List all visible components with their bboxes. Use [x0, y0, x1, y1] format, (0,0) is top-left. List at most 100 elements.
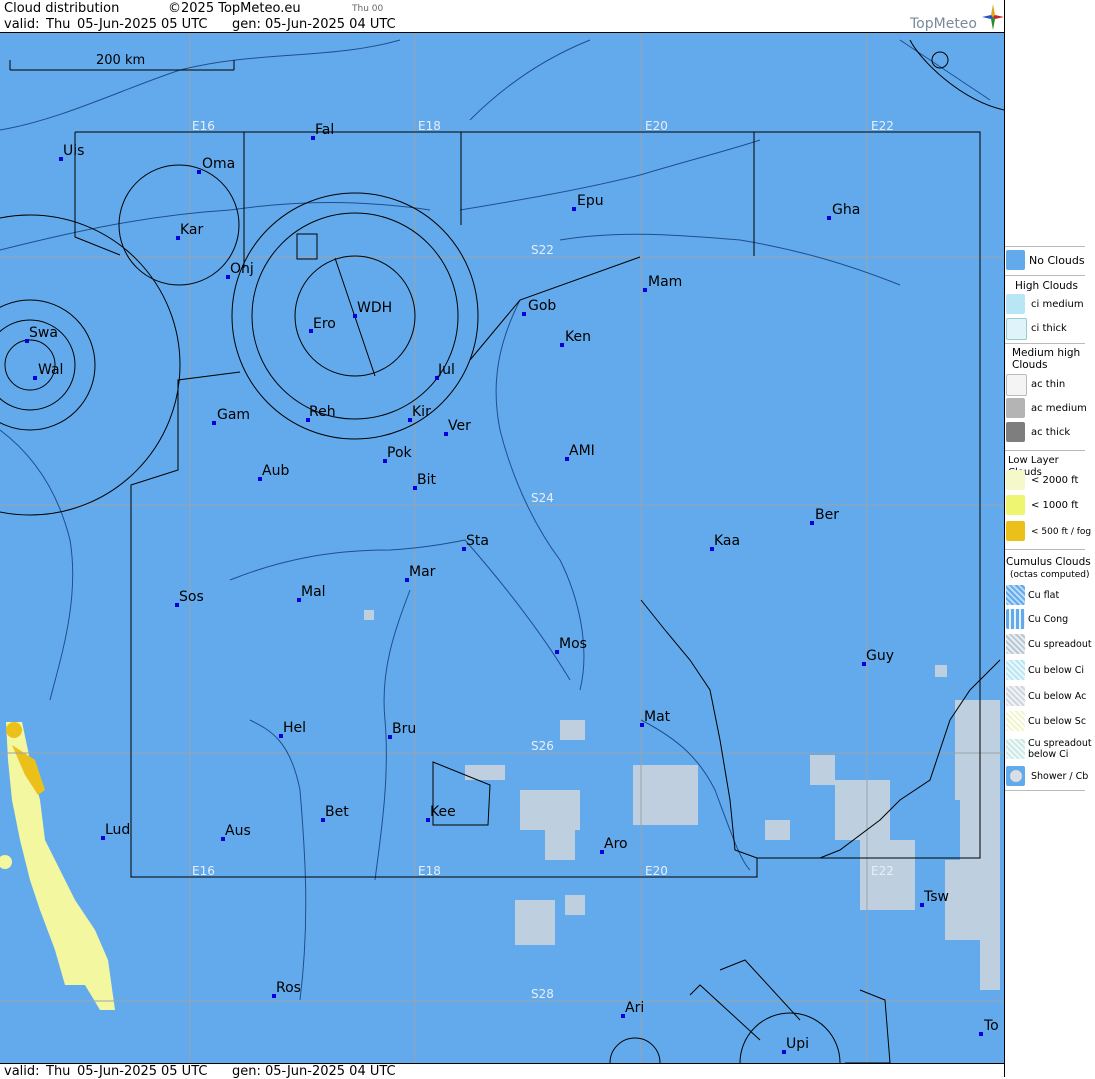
station-uis[interactable]: Uis [59, 143, 84, 161]
run-hint: Thu 00 [352, 4, 384, 14]
grid-label: E16 [192, 864, 215, 878]
station-ver[interactable]: Ver [444, 418, 471, 436]
station-gob[interactable]: Gob [522, 298, 556, 316]
legend-cu-below-sc[interactable]: Cu below Sc [1005, 711, 1095, 733]
logo-text: TopMeteo [910, 16, 977, 32]
legend-ci-thick[interactable]: ci thick [1005, 318, 1095, 340]
low-2000-swatch [1006, 470, 1025, 490]
grid-label: S28 [531, 987, 554, 1001]
station-label: Swa [29, 325, 58, 341]
station-label: Kar [180, 222, 204, 238]
legend-cumulus-sub: (octas computed) [1010, 570, 1090, 580]
legend-cu-spread-below-ci[interactable]: Cu spreadout below Ci [1005, 737, 1095, 763]
gen-value: 05-Jun-2025 04 UTC [265, 17, 396, 32]
station-kaa[interactable]: Kaa [710, 533, 740, 551]
station-label: Uis [63, 143, 84, 159]
legend-ci-medium[interactable]: ci medium [1005, 294, 1095, 316]
legend-label: Cu Cong [1028, 614, 1069, 625]
grid-label: S22 [531, 243, 554, 257]
station-mos[interactable]: Mos [555, 636, 587, 654]
legend-cu-below-ac[interactable]: Cu below Ac [1005, 686, 1095, 708]
station-label: Sta [466, 533, 489, 549]
station-aro[interactable]: Aro [600, 836, 628, 854]
station-marker [212, 421, 216, 425]
legend-label: < 2000 ft [1031, 475, 1079, 486]
station-upi[interactable]: Upi [782, 1036, 809, 1054]
station-label: Mos [559, 636, 587, 652]
station-tsw[interactable]: Tsw [920, 889, 949, 907]
station-label: Gha [832, 202, 860, 218]
station-epu[interactable]: Epu [572, 193, 604, 211]
station-label: Epu [577, 193, 604, 209]
station-guy[interactable]: Guy [862, 648, 894, 666]
legend-cu-below-ci[interactable]: Cu below Ci [1005, 660, 1095, 682]
station-mam[interactable]: Mam [643, 274, 682, 292]
legend-low-500[interactable]: < 500 ft / fog [1005, 521, 1095, 543]
cloud-map[interactable]: 200 km E16 E18 E20 E22 S22 S24 S26 S28 E… [0, 33, 1004, 1063]
station-wdh[interactable]: WDH [353, 300, 392, 318]
station-kee[interactable]: Kee [426, 804, 456, 822]
station-ber[interactable]: Ber [810, 507, 839, 525]
station-lud[interactable]: Lud [101, 822, 130, 840]
legend-shower[interactable]: Shower / Cb [1005, 766, 1095, 788]
station-label: Fal [315, 122, 334, 138]
grid-label: E22 [871, 864, 894, 878]
cu-below-sc-swatch [1006, 711, 1025, 731]
station-ami[interactable]: AMI [565, 443, 595, 461]
station-oma[interactable]: Oma [197, 156, 235, 174]
station-hel[interactable]: Hel [279, 720, 306, 738]
station-sta[interactable]: Sta [462, 533, 489, 551]
station-label: Gam [217, 407, 250, 423]
station-kar[interactable]: Kar [176, 222, 204, 240]
topmeteo-logo[interactable]: TopMeteo [908, 4, 1004, 32]
station-bru[interactable]: Bru [388, 721, 416, 739]
legend-ac-medium[interactable]: ac medium [1005, 398, 1095, 420]
station-label: Mar [409, 564, 436, 580]
legend-label: Cu below Ci [1028, 665, 1085, 676]
legend-label: Cu flat [1028, 590, 1060, 601]
station-mat[interactable]: Mat [640, 709, 671, 727]
station-fal[interactable]: Fal [311, 122, 334, 140]
station-wal[interactable]: Wal [33, 362, 63, 380]
legend-cu-cong[interactable]: Cu Cong [1005, 609, 1095, 631]
legend-ac-thick[interactable]: ac thick [1005, 422, 1095, 444]
station-ari[interactable]: Ari [621, 1000, 644, 1018]
station-label: Mal [301, 584, 326, 600]
legend-ac-thin[interactable]: ac thin [1005, 374, 1095, 396]
legend-low-2000[interactable]: < 2000 ft [1005, 470, 1095, 492]
map-background [0, 33, 1004, 1063]
station-mal[interactable]: Mal [297, 584, 326, 602]
station-jul[interactable]: Jul [435, 362, 455, 380]
station-kir[interactable]: Kir [408, 404, 431, 422]
cu-spreadout-swatch [1006, 634, 1025, 654]
station-ero[interactable]: Ero [309, 316, 336, 333]
station-marker [572, 207, 576, 211]
station-reh[interactable]: Reh [306, 404, 336, 422]
station-aus[interactable]: Aus [221, 823, 251, 841]
station-gam[interactable]: Gam [212, 407, 250, 425]
station-ros[interactable]: Ros [272, 980, 301, 998]
station-label: Ver [448, 418, 471, 434]
station-label: Onj [230, 261, 254, 277]
grid-label: S24 [531, 491, 554, 505]
station-aub[interactable]: Aub [258, 463, 289, 481]
station-ken[interactable]: Ken [560, 329, 591, 347]
station-sos[interactable]: Sos [175, 589, 204, 607]
station-label: Mat [644, 709, 671, 725]
grid-label: E20 [645, 119, 668, 133]
station-label: Aus [225, 823, 251, 839]
station-bet[interactable]: Bet [321, 804, 349, 822]
station-pok[interactable]: Pok [383, 445, 413, 463]
station-swa[interactable]: Swa [25, 325, 58, 343]
station-marker [560, 343, 564, 347]
legend-cu-flat[interactable]: Cu flat [1005, 585, 1095, 607]
station-onj[interactable]: Onj [226, 261, 254, 279]
station-bit[interactable]: Bit [413, 472, 436, 490]
station-mar[interactable]: Mar [405, 564, 436, 582]
legend-cu-spreadout[interactable]: Cu spreadout [1005, 634, 1095, 656]
legend-no-clouds[interactable]: No Clouds [1005, 250, 1095, 272]
legend-low-1000[interactable]: < 1000 ft [1005, 495, 1095, 517]
station-gha[interactable]: Gha [827, 202, 860, 220]
station-label: Bet [325, 804, 349, 820]
footer-bar: valid: Thu 05-Jun-2025 05 UTC gen: 05-Ju… [0, 1063, 1004, 1079]
